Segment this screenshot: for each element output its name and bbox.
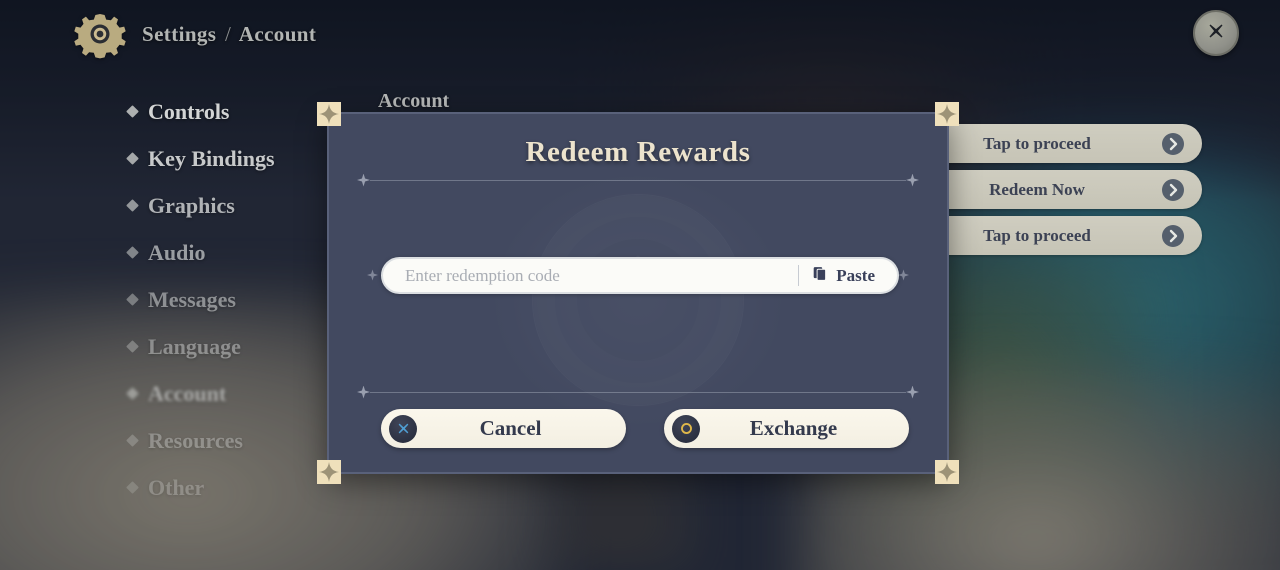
chevron-right-icon[interactable] (1162, 132, 1184, 155)
paste-button-label: Paste (836, 265, 875, 285)
diamond-bullet-icon (126, 152, 139, 165)
divider-bottom (357, 385, 919, 399)
breadcrumb-root[interactable]: Settings (142, 22, 216, 46)
sidebar-item-label: Controls (148, 98, 230, 124)
corner-ornament-icon (934, 101, 960, 127)
exchange-button[interactable]: Exchange (664, 409, 909, 448)
cross-circle-icon (389, 414, 417, 443)
clipboard-paste-icon (812, 265, 829, 287)
paste-button[interactable]: Paste (799, 259, 897, 292)
redeem-rewards-dialog: Redeem Rewards Paste (317, 102, 959, 484)
sidebar-item-label: Resources (148, 427, 243, 453)
breadcrumb-separator: / (225, 21, 232, 46)
redemption-code-input[interactable] (383, 259, 799, 292)
chevron-right-icon[interactable] (1162, 178, 1184, 201)
sidebar-item-label: Messages (148, 286, 236, 312)
list-item-label: Tap to proceed (983, 225, 1091, 245)
diamond-bullet-icon (126, 434, 139, 447)
sidebar-item-label: Key Bindings (148, 145, 275, 171)
redemption-code-field[interactable]: Paste (381, 257, 899, 294)
divider-line (370, 179, 906, 181)
diamond-bullet-icon (126, 481, 139, 494)
gear-icon (74, 8, 126, 60)
sidebar-item-label: Graphics (148, 192, 235, 218)
cancel-button-label: Cancel (479, 416, 542, 440)
exchange-button-label: Exchange (749, 416, 838, 440)
input-ornament-right-icon (898, 269, 909, 281)
chevron-right-icon[interactable] (1162, 224, 1184, 247)
diamond-bullet-icon (126, 387, 139, 400)
diamond-bullet-icon (126, 199, 139, 212)
divider-ornament-icon (357, 173, 370, 187)
corner-ornament-icon (934, 459, 960, 485)
page-title: Account (378, 90, 450, 112)
divider-top (357, 173, 919, 187)
diamond-bullet-icon (126, 105, 139, 118)
close-icon (1203, 18, 1229, 49)
input-ornament-left-icon (367, 269, 378, 281)
sidebar-item-label: Audio (148, 239, 206, 265)
corner-ornament-icon (316, 101, 342, 127)
breadcrumb: Settings / Account (142, 22, 316, 47)
close-button[interactable] (1193, 10, 1239, 56)
cancel-button[interactable]: Cancel (381, 409, 626, 448)
list-item-label: Tap to proceed (983, 133, 1091, 153)
corner-ornament-icon (316, 459, 342, 485)
diamond-bullet-icon (126, 293, 139, 306)
sidebar-item-label: Language (148, 333, 241, 359)
divider-ornament-icon (357, 385, 370, 399)
sidebar-item-label: Other (148, 474, 205, 500)
settings-header: Settings / Account (74, 8, 316, 60)
diamond-bullet-icon (126, 340, 139, 353)
dialog-title: Redeem Rewards (525, 136, 751, 168)
list-item-label: Redeem Now (989, 179, 1085, 199)
divider-ornament-icon (906, 173, 919, 187)
breadcrumb-current: Account (238, 21, 317, 46)
sidebar-item-label: Account (148, 380, 227, 406)
divider-line (370, 391, 906, 393)
ring-circle-icon (672, 414, 700, 443)
divider-ornament-icon (906, 385, 919, 399)
diamond-bullet-icon (126, 246, 139, 259)
